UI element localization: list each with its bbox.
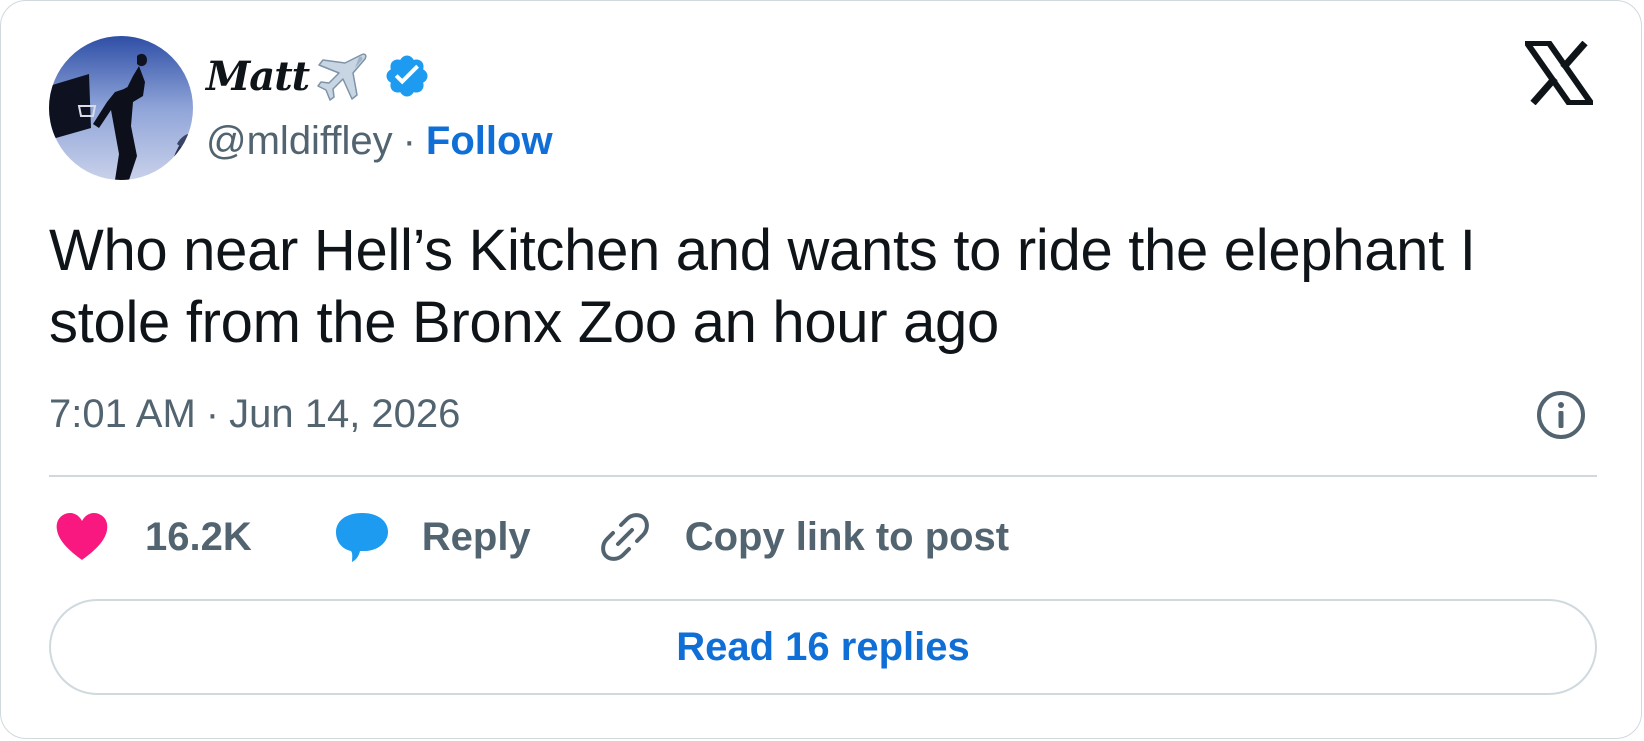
author-name-row: Matt	[206, 45, 431, 107]
link-icon	[600, 513, 649, 561]
heart-icon	[56, 513, 108, 560]
like-button[interactable]: 16.2K	[55, 512, 252, 562]
tweet-timestamp[interactable]: 7:01 AM · Jun 14, 2026	[49, 386, 460, 442]
copy-link-button[interactable]: Copy link to post	[599, 511, 1009, 563]
reply-label: Reply	[421, 514, 531, 559]
avatar[interactable]	[49, 36, 193, 180]
timestamp-separator: ·	[205, 391, 220, 436]
author-handle-row: @mldiffley · Follow	[206, 115, 553, 167]
author-handle[interactable]: @mldiffley	[206, 119, 393, 164]
tweet-text: Who near Hell’s Kitchen and wants to rid…	[49, 218, 1476, 355]
avatar-image	[49, 36, 193, 180]
divider	[49, 475, 1597, 477]
verified-badge-icon	[383, 52, 431, 100]
like-count: 16.2K	[145, 514, 252, 559]
read-replies-button[interactable]: Read 16 replies	[49, 599, 1597, 695]
info-icon[interactable]	[1535, 389, 1587, 441]
copy-link-label: Copy link to post	[684, 514, 1010, 559]
airplane-icon	[315, 49, 369, 103]
tweet-time: 7:01 AM	[49, 391, 196, 436]
tweet-actions: 16.2K Reply Copy link to post	[55, 509, 1009, 565]
read-replies-label: Read 16 replies	[676, 624, 970, 669]
handle-separator: ·	[402, 118, 416, 163]
tweet-embed-card: Matt @mldiffley · Follow Who near Hell’s…	[0, 0, 1642, 739]
follow-button[interactable]: Follow	[426, 119, 553, 164]
reply-bubble-icon	[335, 513, 388, 562]
reply-button[interactable]: Reply	[334, 511, 531, 563]
x-logo-icon[interactable]	[1521, 40, 1597, 106]
tweet-date: Jun 14, 2026	[229, 391, 461, 436]
display-name[interactable]: Matt	[206, 53, 310, 100]
